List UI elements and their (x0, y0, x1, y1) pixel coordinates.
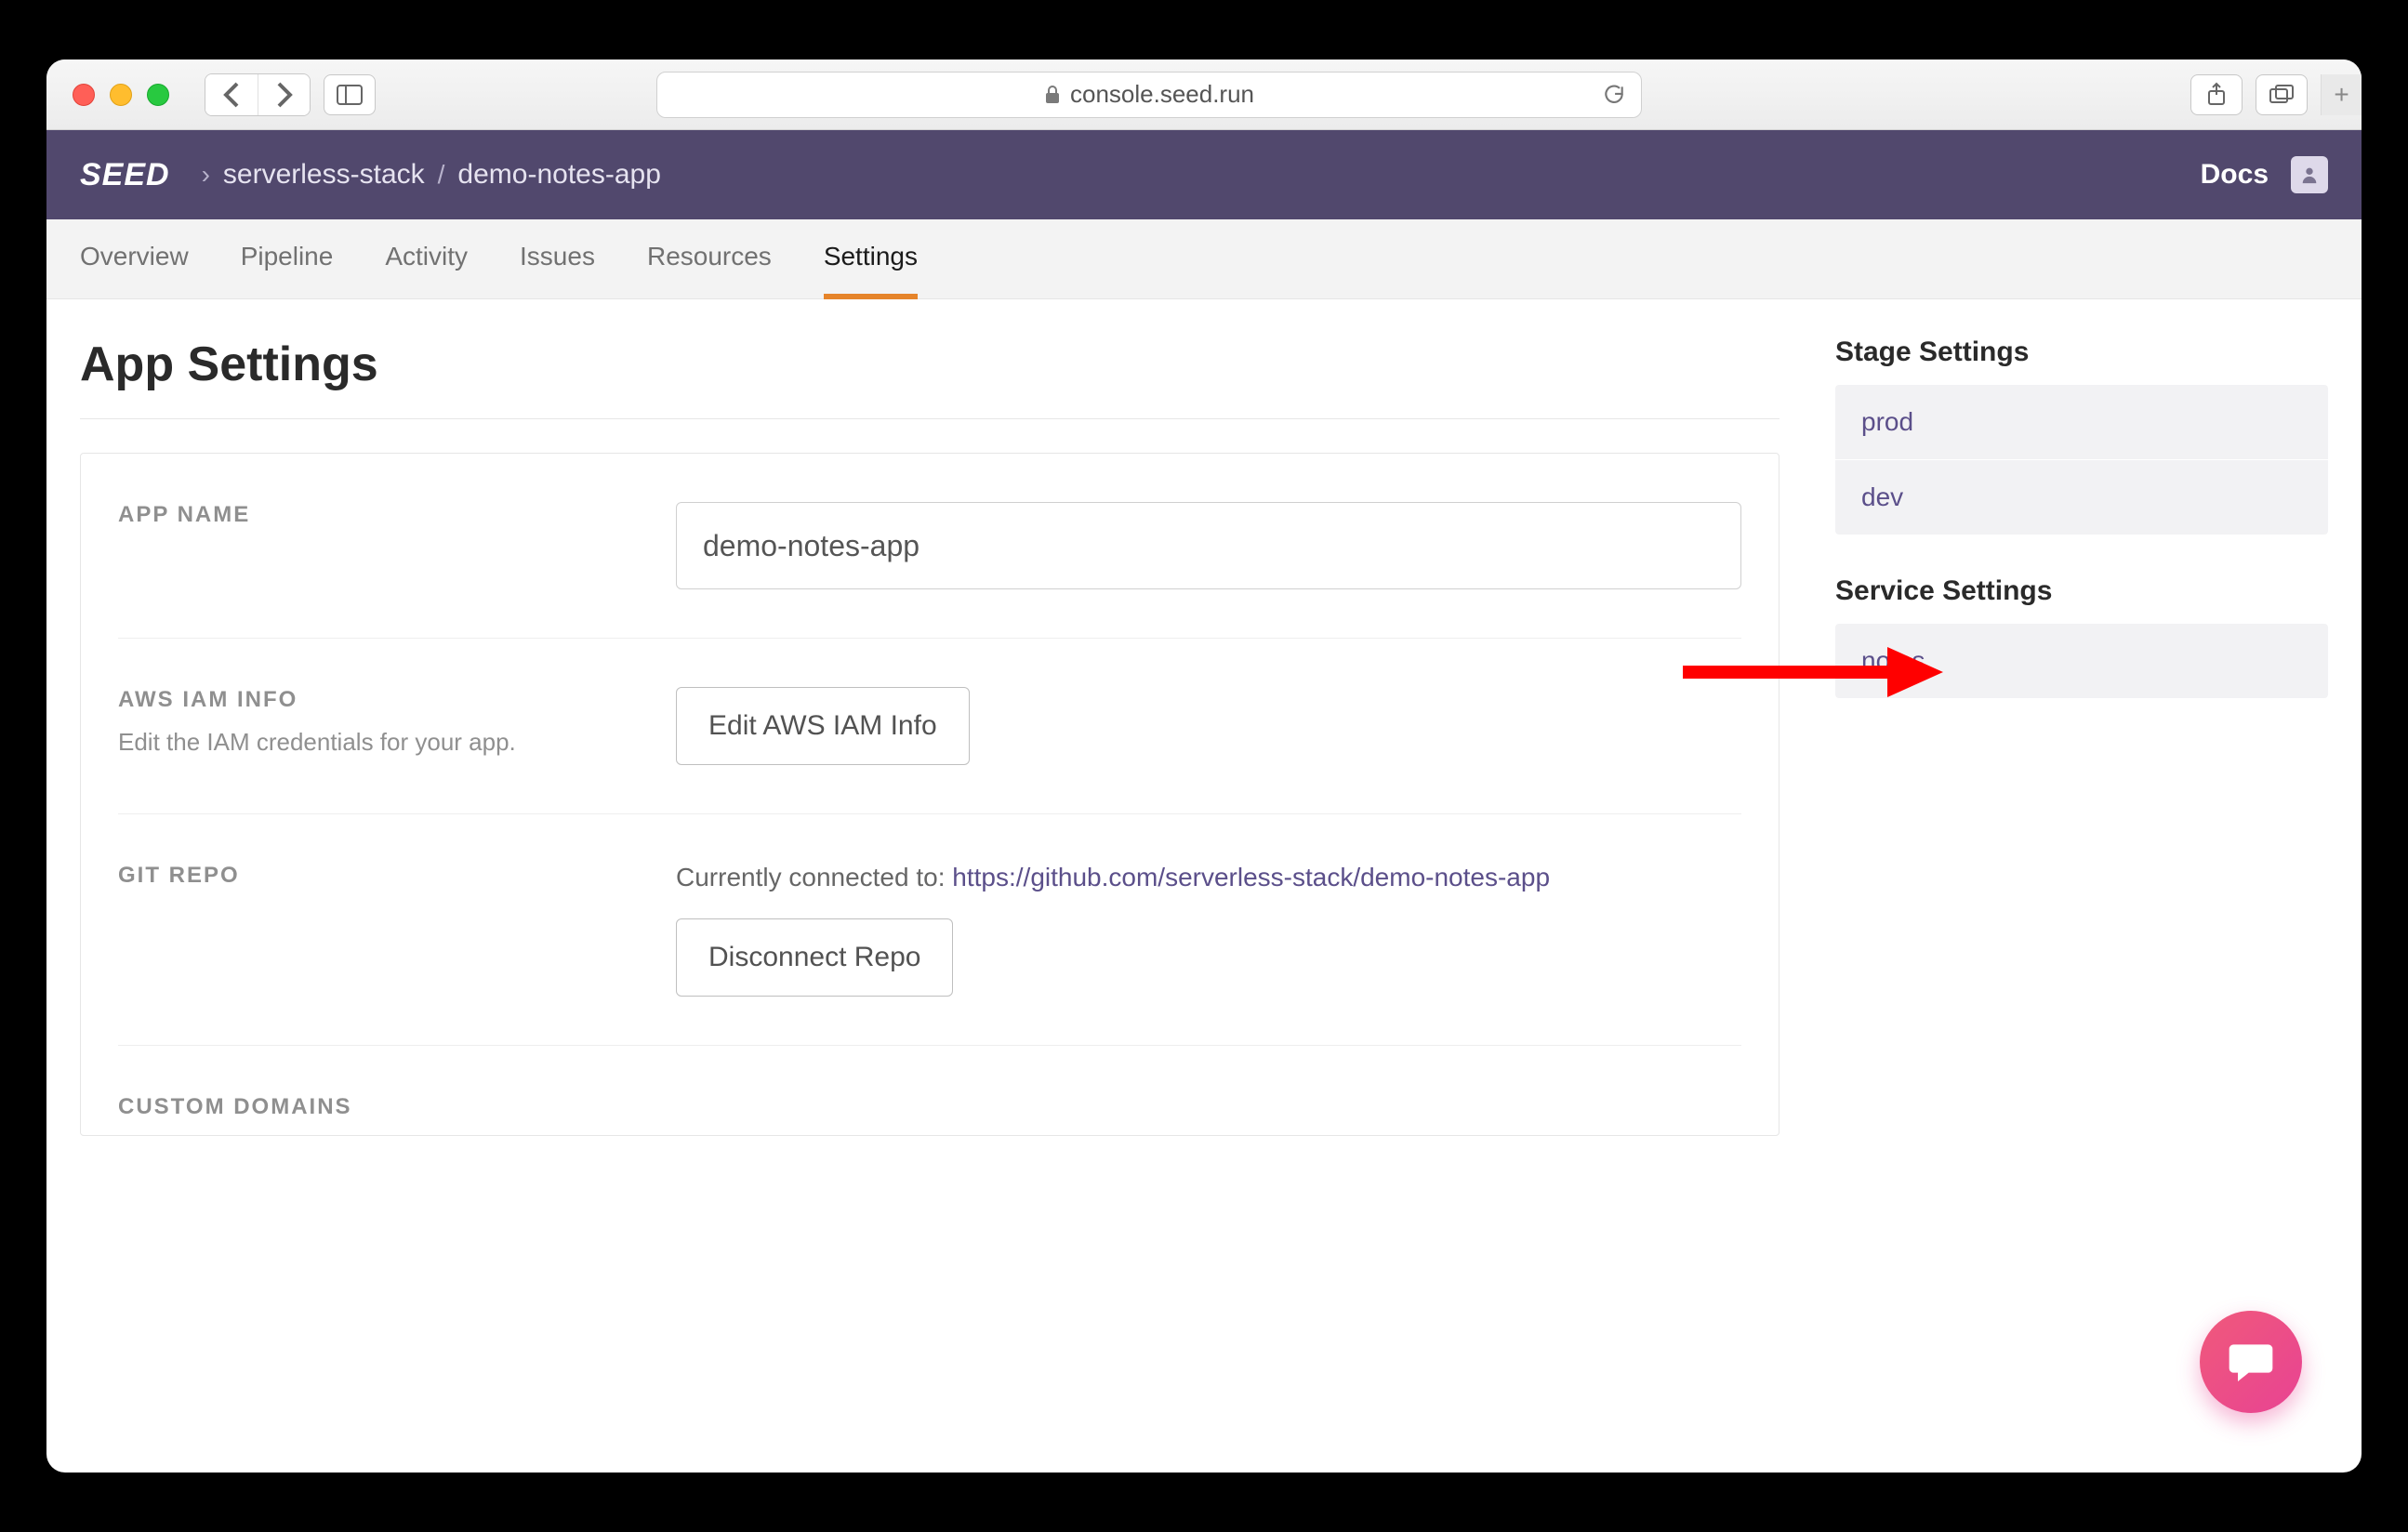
logo[interactable]: SEED (80, 157, 170, 193)
section-git-repo: GIT REPO Currently connected to: https:/… (118, 814, 1741, 1046)
tab-issues[interactable]: Issues (520, 219, 595, 299)
iam-help: Edit the IAM credentials for your app. (118, 728, 639, 757)
browser-titlebar: console.seed.run + (46, 59, 2362, 130)
iam-label: AWS IAM INFO (118, 687, 639, 713)
service-list: notes (1835, 624, 2328, 698)
tab-overview[interactable]: Overview (80, 219, 189, 299)
window-controls (73, 84, 169, 106)
service-settings-heading: Service Settings (1835, 575, 2328, 607)
breadcrumb-separator: / (438, 160, 445, 190)
app-name-input[interactable] (676, 502, 1741, 589)
section-app-name: APP NAME (118, 454, 1741, 639)
close-window-icon[interactable] (73, 84, 95, 106)
chat-bubble-icon (2225, 1336, 2277, 1388)
service-item-notes[interactable]: notes (1835, 624, 2328, 698)
docs-link[interactable]: Docs (2201, 159, 2269, 191)
page-title: App Settings (80, 337, 1780, 392)
stage-list: prod dev (1835, 385, 2328, 535)
disconnect-repo-button[interactable]: Disconnect Repo (676, 918, 953, 997)
forward-button[interactable] (258, 74, 310, 115)
address-bar[interactable]: console.seed.run (656, 72, 1642, 118)
git-connected-text: Currently connected to: https://github.c… (676, 863, 1741, 892)
app-header: SEED › serverless-stack / demo-notes-app… (46, 130, 2362, 219)
new-tab-button[interactable]: + (2321, 74, 2362, 115)
stage-settings-heading: Stage Settings (1835, 337, 2328, 368)
breadcrumb-org[interactable]: serverless-stack (223, 159, 425, 191)
breadcrumb-separator: › (202, 160, 210, 190)
back-button[interactable] (205, 74, 258, 115)
edit-iam-button[interactable]: Edit AWS IAM Info (676, 687, 970, 765)
breadcrumb-app[interactable]: demo-notes-app (457, 159, 660, 191)
user-menu-button[interactable] (2291, 156, 2328, 193)
git-repo-label: GIT REPO (118, 863, 639, 889)
divider (80, 418, 1780, 419)
lock-icon (1044, 85, 1061, 105)
maximize-window-icon[interactable] (147, 84, 169, 106)
tab-resources[interactable]: Resources (647, 219, 772, 299)
tabs-button[interactable] (2256, 74, 2308, 115)
git-repo-link[interactable]: https://github.com/serverless-stack/demo… (952, 863, 1550, 891)
app-tabs: Overview Pipeline Activity Issues Resour… (46, 219, 2362, 299)
tab-settings[interactable]: Settings (824, 219, 918, 299)
section-custom-domains: CUSTOM DOMAINS (118, 1046, 1741, 1135)
section-iam: AWS IAM INFO Edit the IAM credentials fo… (118, 639, 1741, 814)
app-name-label: APP NAME (118, 502, 639, 528)
stage-item-dev[interactable]: dev (1835, 460, 2328, 535)
settings-card: APP NAME AWS IAM INFO Edit the IAM crede… (80, 453, 1780, 1136)
reload-icon[interactable] (1602, 83, 1626, 107)
sidebar-toggle-button[interactable] (324, 74, 376, 115)
tab-activity[interactable]: Activity (385, 219, 468, 299)
minimize-window-icon[interactable] (110, 84, 132, 106)
stage-item-prod[interactable]: prod (1835, 385, 2328, 460)
tab-pipeline[interactable]: Pipeline (241, 219, 334, 299)
chat-button[interactable] (2200, 1311, 2302, 1413)
custom-domains-label: CUSTOM DOMAINS (118, 1094, 639, 1120)
url-text: console.seed.run (1070, 80, 1254, 109)
nav-back-forward (205, 73, 311, 116)
share-button[interactable] (2190, 74, 2243, 115)
